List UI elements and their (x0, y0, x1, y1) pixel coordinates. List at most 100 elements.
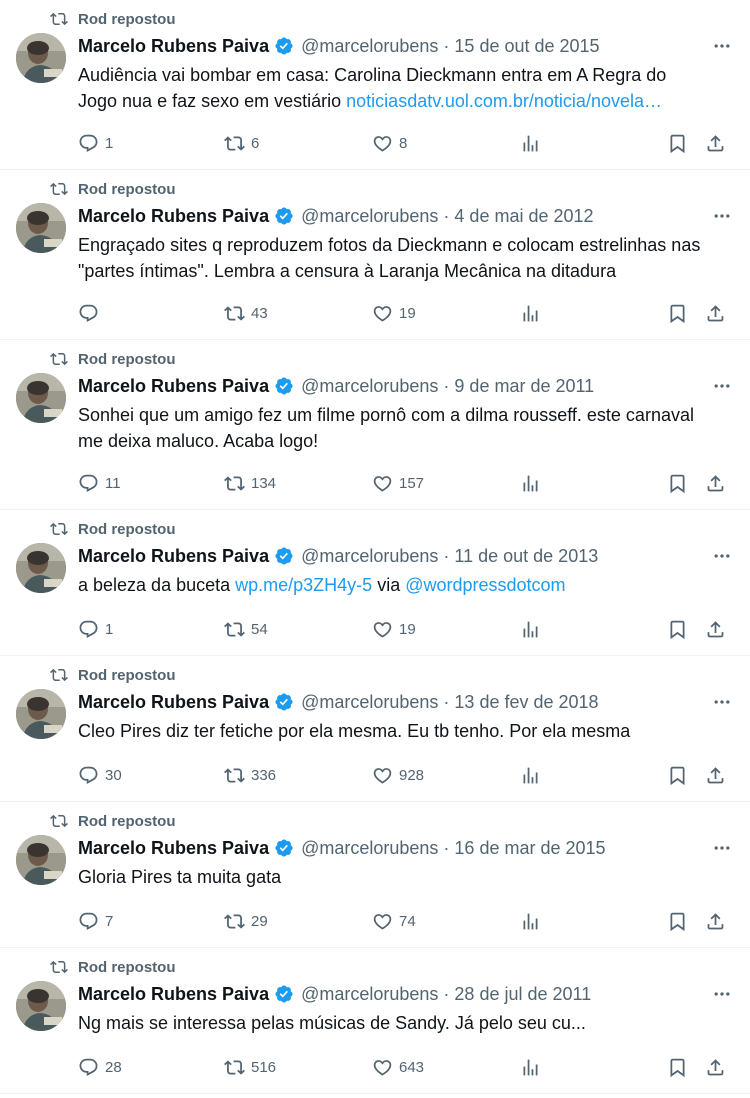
retweet-button[interactable]: 516 (224, 1055, 276, 1079)
bookmark-icon (670, 304, 685, 323)
share-button[interactable] (705, 131, 726, 155)
author-name[interactable]: Marcelo Rubens Paiva (78, 376, 269, 397)
tweet[interactable]: Rod repostou Marcelo Rubens Paiva @marce… (0, 656, 750, 802)
reply-button[interactable] (78, 301, 105, 325)
avatar[interactable] (16, 203, 66, 253)
reply-button[interactable]: 11 (78, 471, 121, 495)
share-button[interactable] (705, 301, 726, 325)
avatar[interactable] (16, 835, 66, 885)
reply-button[interactable]: 30 (78, 763, 122, 787)
retweet-button[interactable]: 6 (224, 131, 259, 155)
tweet-date[interactable]: 16 de mar de 2015 (454, 838, 605, 859)
views-button[interactable] (520, 763, 541, 787)
tweet[interactable]: Rod repostou Marcelo Rubens Paiva @marce… (0, 0, 750, 170)
tweet-date[interactable]: 15 de out de 2015 (454, 36, 599, 57)
repost-indicator[interactable]: Rod repostou (50, 519, 176, 539)
views-button[interactable] (520, 909, 541, 933)
like-button[interactable]: 643 (372, 1055, 424, 1079)
like-button[interactable]: 8 (372, 131, 407, 155)
reply-button[interactable]: 7 (78, 909, 113, 933)
retweet-button[interactable]: 134 (224, 471, 276, 495)
bookmark-button[interactable] (667, 471, 688, 495)
bookmark-button[interactable] (667, 617, 688, 641)
tweet[interactable]: Rod repostou Marcelo Rubens Paiva @marce… (0, 510, 750, 656)
share-button[interactable] (705, 763, 726, 787)
views-button[interactable] (520, 471, 541, 495)
bookmark-button[interactable] (667, 301, 688, 325)
author-name[interactable]: Marcelo Rubens Paiva (78, 838, 269, 859)
author-name[interactable]: Marcelo Rubens Paiva (78, 546, 269, 567)
like-button[interactable]: 74 (372, 909, 416, 933)
bookmark-button[interactable] (667, 1055, 688, 1079)
retweet-icon (224, 767, 245, 783)
author-name[interactable]: Marcelo Rubens Paiva (78, 692, 269, 713)
share-button[interactable] (705, 617, 726, 641)
tweet[interactable]: Rod repostou Marcelo Rubens Paiva @marce… (0, 948, 750, 1094)
repost-icon (50, 352, 68, 366)
author-handle[interactable]: @marcelorubens (301, 838, 438, 859)
author-handle[interactable]: @marcelorubens (301, 36, 438, 57)
tweet-text-body: Ng mais se interessa pelas músicas de Sa… (78, 1013, 586, 1033)
like-button[interactable]: 928 (372, 763, 424, 787)
avatar[interactable] (16, 33, 66, 83)
avatar[interactable] (16, 689, 66, 739)
repost-indicator[interactable]: Rod repostou (50, 179, 176, 199)
repost-indicator[interactable]: Rod repostou (50, 811, 176, 831)
more-button[interactable] (710, 982, 734, 1006)
retweet-button[interactable]: 336 (224, 763, 276, 787)
tweet-date[interactable]: 4 de mai de 2012 (454, 206, 593, 227)
more-button[interactable] (710, 544, 734, 568)
reply-button[interactable]: 1 (78, 131, 113, 155)
tweet-date[interactable]: 13 de fev de 2018 (454, 692, 598, 713)
bookmark-button[interactable] (667, 909, 688, 933)
author-name[interactable]: Marcelo Rubens Paiva (78, 36, 269, 57)
more-button[interactable] (710, 204, 734, 228)
avatar[interactable] (16, 981, 66, 1031)
tweet[interactable]: Rod repostou Marcelo Rubens Paiva @marce… (0, 340, 750, 510)
views-button[interactable] (520, 617, 541, 641)
share-button[interactable] (705, 471, 726, 495)
retweet-button[interactable]: 43 (224, 301, 268, 325)
share-button[interactable] (705, 1055, 726, 1079)
author-handle[interactable]: @marcelorubens (301, 206, 438, 227)
bookmark-button[interactable] (667, 763, 688, 787)
author-handle[interactable]: @marcelorubens (301, 376, 438, 397)
more-button[interactable] (710, 374, 734, 398)
reply-button[interactable]: 28 (78, 1055, 122, 1079)
repost-indicator[interactable]: Rod repostou (50, 9, 176, 29)
like-button[interactable]: 157 (372, 471, 424, 495)
retweet-button[interactable]: 54 (224, 617, 268, 641)
tweet-link[interactable]: wp.me/p3ZH4y-5 (235, 575, 372, 595)
views-button[interactable] (520, 301, 541, 325)
avatar[interactable] (16, 543, 66, 593)
author-handle[interactable]: @marcelorubens (301, 984, 438, 1005)
tweet-link[interactable]: noticiasdatv.uol.com.br/noticia/novela… (346, 91, 662, 111)
repost-indicator[interactable]: Rod repostou (50, 665, 176, 685)
bookmark-button[interactable] (667, 131, 688, 155)
more-button[interactable] (710, 34, 734, 58)
reply-button[interactable]: 1 (78, 617, 113, 641)
tweet[interactable]: Rod repostou Marcelo Rubens Paiva @marce… (0, 170, 750, 340)
retweet-button[interactable]: 29 (224, 909, 268, 933)
tweet[interactable]: Rod repostou Marcelo Rubens Paiva @marce… (0, 802, 750, 948)
more-button[interactable] (710, 690, 734, 714)
like-button[interactable]: 19 (372, 301, 416, 325)
author-name[interactable]: Marcelo Rubens Paiva (78, 984, 269, 1005)
views-icon (523, 135, 538, 151)
more-button[interactable] (710, 836, 734, 860)
author-name[interactable]: Marcelo Rubens Paiva (78, 206, 269, 227)
author-handle[interactable]: @marcelorubens (301, 546, 438, 567)
tweet-date[interactable]: 28 de jul de 2011 (454, 984, 591, 1005)
views-button[interactable] (520, 1055, 541, 1079)
like-button[interactable]: 19 (372, 617, 416, 641)
tweet-date[interactable]: 9 de mar de 2011 (454, 376, 594, 397)
share-icon (707, 134, 724, 151)
tweet-mention[interactable]: @wordpressdotcom (405, 575, 565, 595)
repost-indicator[interactable]: Rod repostou (50, 957, 176, 977)
avatar[interactable] (16, 373, 66, 423)
share-button[interactable] (705, 909, 726, 933)
repost-indicator[interactable]: Rod repostou (50, 349, 176, 369)
author-handle[interactable]: @marcelorubens (301, 692, 438, 713)
views-button[interactable] (520, 131, 541, 155)
tweet-date[interactable]: 11 de out de 2013 (454, 546, 598, 567)
